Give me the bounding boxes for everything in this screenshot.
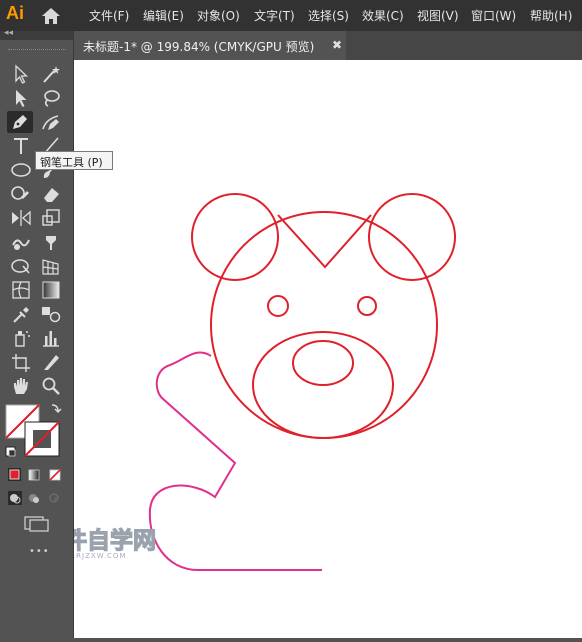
left-eye[interactable] bbox=[267, 295, 289, 317]
mesh-tool-icon[interactable] bbox=[8, 279, 34, 301]
blend-tool-icon[interactable] bbox=[38, 303, 64, 325]
menu-help[interactable]: 帮助(H) bbox=[530, 7, 572, 24]
right-eye[interactable] bbox=[357, 296, 377, 316]
app-logo: Ai bbox=[6, 3, 24, 23]
pen-tool-tooltip: 钢笔工具 (P) bbox=[35, 151, 113, 170]
menu-file[interactable]: 文件(F) bbox=[89, 7, 129, 24]
menu-view[interactable]: 视图(V) bbox=[417, 7, 459, 24]
menu-bar: Ai 文件(F) 编辑(E) 对象(O) 文字(T) 选择(S) 效果(C) 视… bbox=[0, 0, 582, 31]
toolbar-header: ◂◂ bbox=[0, 28, 74, 40]
artboard-tool-icon[interactable] bbox=[8, 351, 34, 373]
eyedropper-tool-icon[interactable] bbox=[8, 303, 34, 325]
hand-tool-icon[interactable] bbox=[8, 375, 34, 397]
draw-mode-buttons[interactable] bbox=[7, 490, 67, 506]
menu-edit[interactable]: 编辑(E) bbox=[143, 7, 184, 24]
gradient-tool-icon[interactable] bbox=[38, 279, 64, 301]
arm-path[interactable] bbox=[148, 351, 322, 571]
curvature-tool-icon[interactable] bbox=[38, 111, 64, 133]
shaper-tool-icon[interactable] bbox=[8, 183, 34, 205]
ellipse-tool-icon[interactable] bbox=[8, 159, 34, 181]
shape-builder-tool-icon[interactable] bbox=[8, 255, 34, 277]
edit-toolbar-icon[interactable]: ••• bbox=[29, 546, 50, 557]
bear-head[interactable] bbox=[210, 211, 438, 439]
type-tool-icon[interactable] bbox=[8, 135, 34, 157]
artboard-canvas[interactable] bbox=[74, 60, 582, 638]
pen-tool-icon[interactable] bbox=[7, 111, 33, 133]
menu-effect[interactable]: 效果(C) bbox=[362, 7, 404, 24]
nose[interactable] bbox=[292, 340, 354, 386]
warp-tool-icon[interactable] bbox=[8, 231, 34, 253]
screen-mode-icon[interactable] bbox=[22, 515, 52, 533]
home-icon[interactable] bbox=[40, 6, 62, 26]
collapse-panel-icon[interactable]: ◂◂ bbox=[4, 28, 13, 38]
document-tab[interactable]: 未标题-1* @ 199.84% (CMYK/GPU 预览) ✖ bbox=[74, 31, 346, 60]
perspective-grid-tool-icon[interactable] bbox=[38, 255, 64, 277]
zoom-tool-icon[interactable] bbox=[38, 375, 64, 397]
column-graph-tool-icon[interactable] bbox=[38, 327, 64, 349]
selection-tool-icon[interactable] bbox=[8, 63, 34, 85]
magic-wand-tool-icon[interactable] bbox=[38, 63, 64, 85]
menu-type[interactable]: 文字(T) bbox=[254, 7, 295, 24]
left-ear[interactable] bbox=[191, 193, 279, 281]
right-ear[interactable] bbox=[368, 193, 456, 281]
eraser-tool-icon[interactable] bbox=[38, 183, 64, 205]
direct-selection-tool-icon[interactable] bbox=[8, 87, 34, 109]
symbol-sprayer-tool-icon[interactable] bbox=[8, 327, 34, 349]
artwork bbox=[148, 193, 456, 571]
forehead-v[interactable] bbox=[277, 214, 372, 269]
panel-grip[interactable] bbox=[8, 49, 66, 51]
menu-object[interactable]: 对象(O) bbox=[197, 7, 240, 24]
close-tab-icon[interactable]: ✖ bbox=[332, 38, 342, 52]
reflect-tool-icon[interactable] bbox=[8, 207, 34, 229]
slice-tool-icon[interactable] bbox=[38, 351, 64, 373]
scale-tool-icon[interactable] bbox=[38, 207, 64, 229]
document-tab-title: 未标题-1* @ 199.84% (CMYK/GPU 预览) bbox=[83, 40, 315, 54]
color-mode-buttons[interactable] bbox=[7, 467, 67, 483]
fill-stroke-swatches[interactable] bbox=[4, 402, 64, 460]
tools-panel: ••• bbox=[0, 40, 74, 638]
menu-window[interactable]: 窗口(W) bbox=[471, 7, 516, 24]
lasso-tool-icon[interactable] bbox=[38, 87, 64, 109]
menu-select[interactable]: 选择(S) bbox=[308, 7, 349, 24]
document-tab-strip: 未标题-1* @ 199.84% (CMYK/GPU 预览) ✖ bbox=[74, 31, 582, 60]
free-transform-tool-icon[interactable] bbox=[38, 231, 64, 253]
